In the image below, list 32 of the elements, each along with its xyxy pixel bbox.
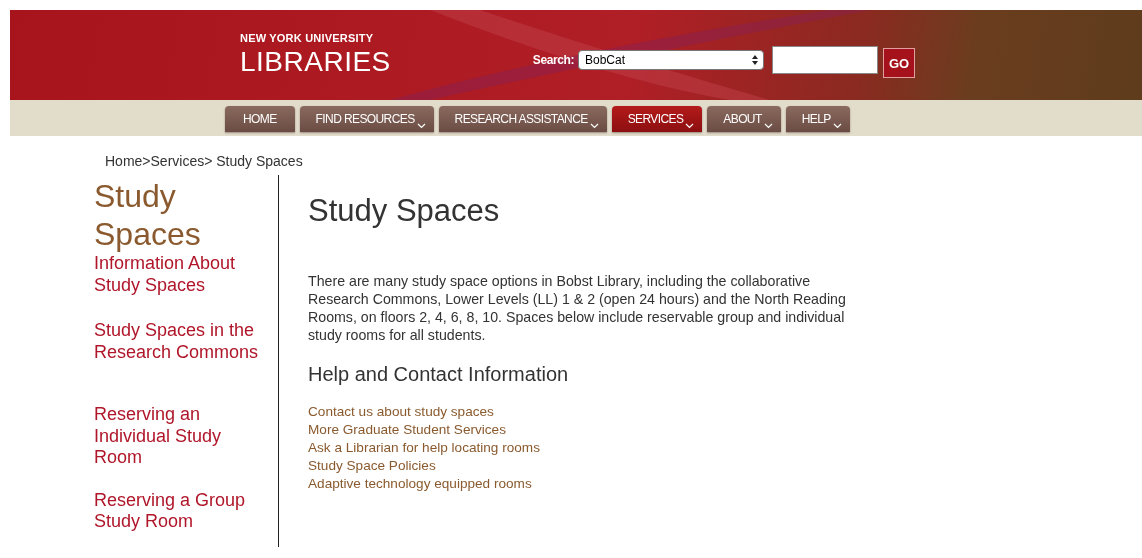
help-link[interactable]: More Graduate Student Services [308,421,540,439]
caret-icon [685,122,695,129]
nav-tab[interactable]: HOME [225,106,295,132]
section-heading: Help and Contact Information [308,362,569,387]
caret-icon [589,122,599,129]
nav-tab[interactable]: RESEARCH ASSISTANCE [438,106,607,132]
sidebar-link[interactable]: Reserving an Individual Study Room [94,404,270,469]
sidebar-link[interactable]: Study Spaces in the Research Commons [94,320,270,363]
search-label: Search: [532,53,574,67]
intro-paragraph: There are many study space options in Bobst Library, including the collaborative Research Commons, Lower Levels (LL) 1 & 2 (open 24 hours) and the North Reading Rooms, on floors 2, 4, 6, 8, 10. Spaces below include reservable group and individual study rooms for all students. [308,272,847,344]
caret-icon [416,122,426,129]
caret-icon [832,122,842,129]
up-down-arrows-icon [750,54,760,66]
sidebar-link[interactable]: Information About Study Spaces [94,253,270,296]
nav-tab[interactable]: ABOUT [707,106,781,132]
help-link[interactable]: Study Space Policies [308,457,540,475]
breadcrumb: Home>Services> Study Spaces [104,152,304,171]
logo-wordmark: LIBRARIES [240,45,391,79]
nav-tab[interactable]: SERVICES [611,106,703,132]
go-button[interactable]: GO [883,48,915,78]
help-link[interactable]: Ask a Librarian for help locating rooms [308,439,540,457]
search-scope-select[interactable]: BobCat [578,50,764,70]
caret-icon [763,122,773,129]
nav-tab[interactable]: HELP [785,106,850,132]
sidebar-link[interactable]: Reserving a Group Study Room [94,489,270,533]
nav-tab[interactable]: FIND RESOURCES [299,106,434,132]
help-link[interactable]: Contact us about study spaces [308,403,540,421]
sidebar-title: Study Spaces [94,177,202,253]
page-title: Study Spaces [308,193,500,229]
search-field[interactable] [772,46,878,74]
logo-tagline: NEW YORK UNIVERSITY [240,32,374,44]
help-link[interactable]: Adaptive technology equipped rooms [308,475,540,493]
